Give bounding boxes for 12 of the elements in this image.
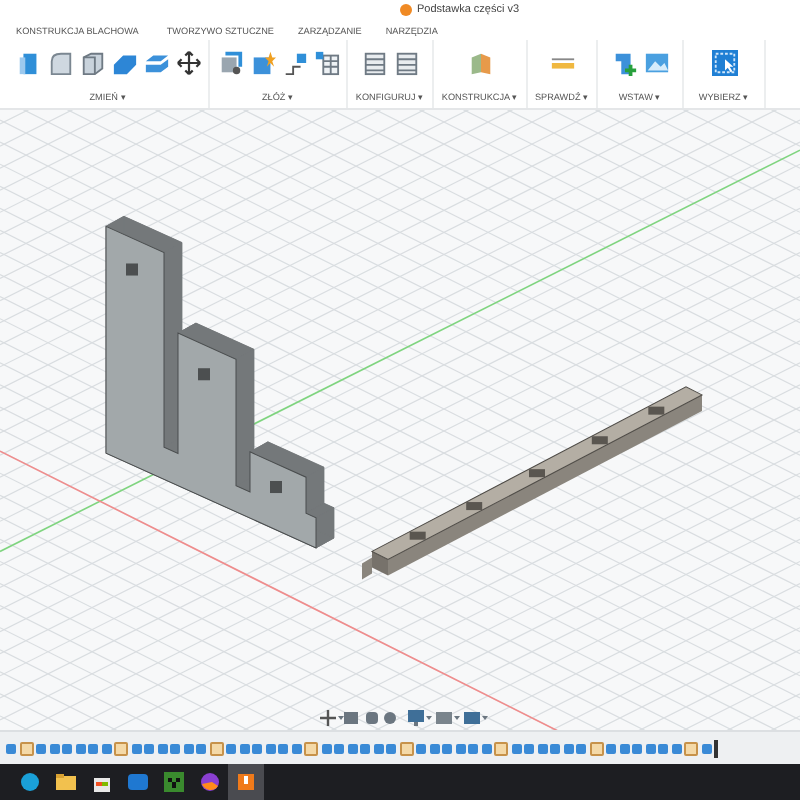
plane-icon[interactable] bbox=[467, 50, 493, 77]
select-icon[interactable] bbox=[711, 50, 737, 77]
rounded-shape-icon[interactable] bbox=[47, 50, 73, 77]
sheet-icon[interactable] bbox=[15, 50, 41, 77]
app-icon[interactable] bbox=[228, 763, 264, 800]
move-icon[interactable] bbox=[175, 50, 201, 77]
component-icon[interactable] bbox=[249, 50, 275, 77]
timeline-marker-icon[interactable] bbox=[714, 739, 718, 757]
cube-icon[interactable] bbox=[79, 50, 105, 77]
image-icon[interactable] bbox=[643, 50, 669, 77]
insert-icon[interactable] bbox=[611, 50, 637, 77]
solid-icon[interactable] bbox=[111, 50, 137, 77]
